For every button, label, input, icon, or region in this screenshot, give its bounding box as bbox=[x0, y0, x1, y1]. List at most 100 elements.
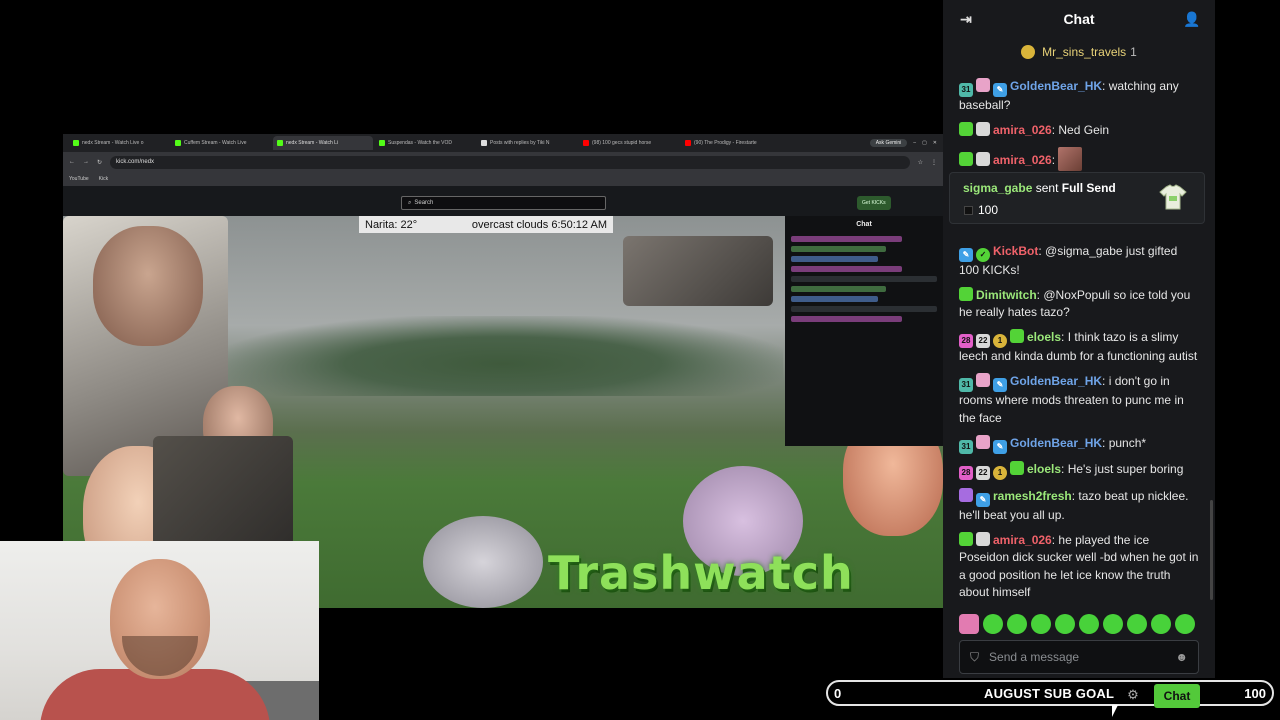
chat-username[interactable]: GoldenBear_HK bbox=[1010, 374, 1102, 388]
og-badge-icon bbox=[976, 152, 990, 166]
og-badge-icon: 22 bbox=[976, 334, 990, 348]
mouse-cursor-icon bbox=[1112, 705, 1118, 717]
chat-messages: 31 ✎ GoldenBear_HK: watching any baseball?… bbox=[959, 78, 1199, 609]
chat-username[interactable]: eloels bbox=[1027, 462, 1061, 476]
sub-badge-icon: 31 bbox=[959, 439, 973, 454]
get-kicks-button[interactable]: Get KICKs bbox=[857, 196, 891, 210]
forward-icon[interactable]: → bbox=[83, 159, 89, 165]
weather-overlay: Narita: 22° overcast clouds 6:50:12 AM bbox=[359, 216, 613, 233]
sub-goal-bar: 0 AUGUST SUB GOAL 100 bbox=[826, 680, 1274, 706]
bookmarks-bar: YouTube Kick bbox=[63, 172, 943, 186]
bookmark-youtube[interactable]: YouTube bbox=[69, 176, 89, 182]
bookmark-kick[interactable]: Kick bbox=[99, 176, 108, 182]
trashwatch-logo: Trashwatch bbox=[548, 546, 854, 600]
chat-username[interactable]: amira_026 bbox=[993, 123, 1052, 137]
chat-username[interactable]: GoldenBear_HK bbox=[1010, 436, 1102, 450]
gift-badge-icon bbox=[1010, 329, 1024, 343]
browser-tab[interactable]: nedx Stream - Watch Live o bbox=[69, 136, 169, 150]
sub-badge-icon: 31 bbox=[959, 378, 973, 392]
emote-icon[interactable] bbox=[983, 614, 1003, 634]
browser-toolbar: ← → ↻ kick.com/nedx ☆ ⋮ bbox=[63, 152, 943, 172]
gift-sub-badge-icon bbox=[976, 373, 990, 387]
chat-header: ⇥ Chat 👤 bbox=[943, 0, 1215, 38]
browser-tab[interactable]: (98) 100 gecs stupid horse bbox=[579, 136, 679, 150]
collage-inset bbox=[623, 236, 773, 306]
chat-message: 28 22 1 eloels: He's just super boring bbox=[959, 461, 1199, 480]
emote-icon[interactable] bbox=[1007, 614, 1027, 634]
collage-face bbox=[93, 226, 203, 346]
inner-chat-line bbox=[791, 286, 886, 292]
back-icon[interactable]: ← bbox=[69, 159, 75, 165]
gift-badge-icon bbox=[959, 122, 973, 136]
gift-card-title: sigma_gabe sent Full Send bbox=[963, 181, 1116, 195]
emote-icon[interactable] bbox=[1127, 614, 1147, 634]
star-icon[interactable]: ☆ bbox=[918, 159, 923, 166]
search-icon: ⌕ bbox=[408, 199, 412, 206]
emote-icon[interactable] bbox=[1055, 614, 1075, 634]
youtube-icon bbox=[583, 140, 589, 146]
gift-badge-icon bbox=[1010, 461, 1024, 475]
users-icon[interactable]: 👤 bbox=[1183, 10, 1201, 28]
emote-icon[interactable] bbox=[1103, 614, 1123, 634]
restore-icon[interactable]: ▢ bbox=[922, 140, 927, 146]
chat-username[interactable]: ramesh2fresh bbox=[993, 489, 1072, 503]
pinned-count: 1 bbox=[1130, 45, 1137, 59]
emote-icon[interactable] bbox=[1151, 614, 1171, 634]
browser-tab[interactable]: Cuffem Stream - Watch Live bbox=[171, 136, 271, 150]
og-badge-icon bbox=[976, 122, 990, 136]
gear-icon[interactable]: ⚙ bbox=[1126, 688, 1140, 702]
verified-badge-icon: ✓ bbox=[976, 247, 990, 262]
chat-message-input[interactable] bbox=[989, 650, 1166, 664]
address-bar[interactable]: kick.com/nedx bbox=[110, 155, 910, 169]
coin-badge-icon bbox=[1021, 45, 1036, 59]
webcam-overlay bbox=[0, 541, 319, 720]
chat-username[interactable]: amira_026 bbox=[993, 153, 1052, 167]
chat-username[interactable]: Dimitwitch bbox=[976, 288, 1037, 302]
reload-icon[interactable]: ↻ bbox=[97, 159, 102, 166]
sub-badge-icon: 28 bbox=[959, 466, 973, 480]
browser-tab[interactable]: Posts with replies by Tiki N bbox=[477, 136, 577, 150]
gift-card-amount: 100 bbox=[964, 203, 998, 217]
emote-icon[interactable] bbox=[1031, 614, 1051, 634]
sub-goal-start: 0 bbox=[834, 686, 842, 701]
gemini-button[interactable]: Ask Gemini bbox=[869, 139, 908, 147]
inner-chat-line bbox=[791, 316, 902, 322]
send-chat-button[interactable]: Chat bbox=[1154, 684, 1200, 708]
site-search-input[interactable]: ⌕ Search bbox=[401, 196, 606, 210]
shield-icon[interactable]: ⛉ bbox=[970, 650, 979, 665]
mod-badge-icon: ✎ bbox=[976, 492, 990, 507]
chat-message: ✎ ramesh2fresh: tazo beat up nicklee. he'… bbox=[959, 487, 1189, 522]
inner-chat-line bbox=[791, 266, 902, 272]
browser-tab[interactable]: Suspendas - Watch the VOD bbox=[375, 136, 475, 150]
emote-icon[interactable] bbox=[959, 614, 979, 634]
youtube-icon bbox=[685, 140, 691, 146]
chat-message: 31 ✎ GoldenBear_HK: i don't go in rooms wh… bbox=[959, 373, 1184, 425]
kick-icon bbox=[379, 140, 385, 146]
emote-quick-bar bbox=[959, 614, 1199, 634]
close-icon[interactable]: ✕ bbox=[933, 140, 937, 146]
emote-icon[interactable] bbox=[1175, 614, 1195, 634]
collapse-chat-icon[interactable]: ⇥ bbox=[957, 10, 975, 28]
emote-icon[interactable] bbox=[1079, 614, 1099, 634]
extensions-icon[interactable]: ⋮ bbox=[931, 159, 937, 166]
gift-badge-icon bbox=[959, 286, 973, 301]
chat-username[interactable]: KickBot bbox=[993, 244, 1038, 258]
browser-tab[interactable]: (90) The Prodigy - Firestarte bbox=[681, 136, 781, 150]
chat-title: Chat bbox=[1063, 11, 1095, 27]
chat-message: amira_026: Ned Gein bbox=[959, 122, 1199, 140]
browser-tab-active[interactable]: nedx Stream - Watch Li bbox=[273, 136, 373, 150]
chat-message: ✎ ✓ KickBot: @sigma_gabe just gifted 100 K… bbox=[959, 243, 1178, 277]
chat-message: amira_026: bbox=[959, 147, 1199, 171]
emoji-picker-icon[interactable]: ☻ bbox=[1175, 650, 1188, 664]
chat-scrollbar[interactable] bbox=[1210, 500, 1213, 600]
video-treeline bbox=[223, 316, 783, 396]
mod-badge-icon: ✎ bbox=[959, 247, 973, 262]
chat-text: punch* bbox=[1108, 435, 1147, 450]
chat-username[interactable]: amira_026 bbox=[993, 533, 1052, 547]
chat-message: 28 22 1 eloels: I think tazo is a slimy lee… bbox=[959, 329, 1198, 363]
pinned-gifter[interactable]: Mr_sins_travels 1 bbox=[943, 40, 1215, 64]
gift-card-user[interactable]: sigma_gabe bbox=[963, 181, 1032, 195]
minimize-icon[interactable]: – bbox=[913, 140, 916, 146]
chat-username[interactable]: eloels bbox=[1027, 330, 1061, 344]
chat-username[interactable]: GoldenBear_HK bbox=[1010, 79, 1102, 93]
